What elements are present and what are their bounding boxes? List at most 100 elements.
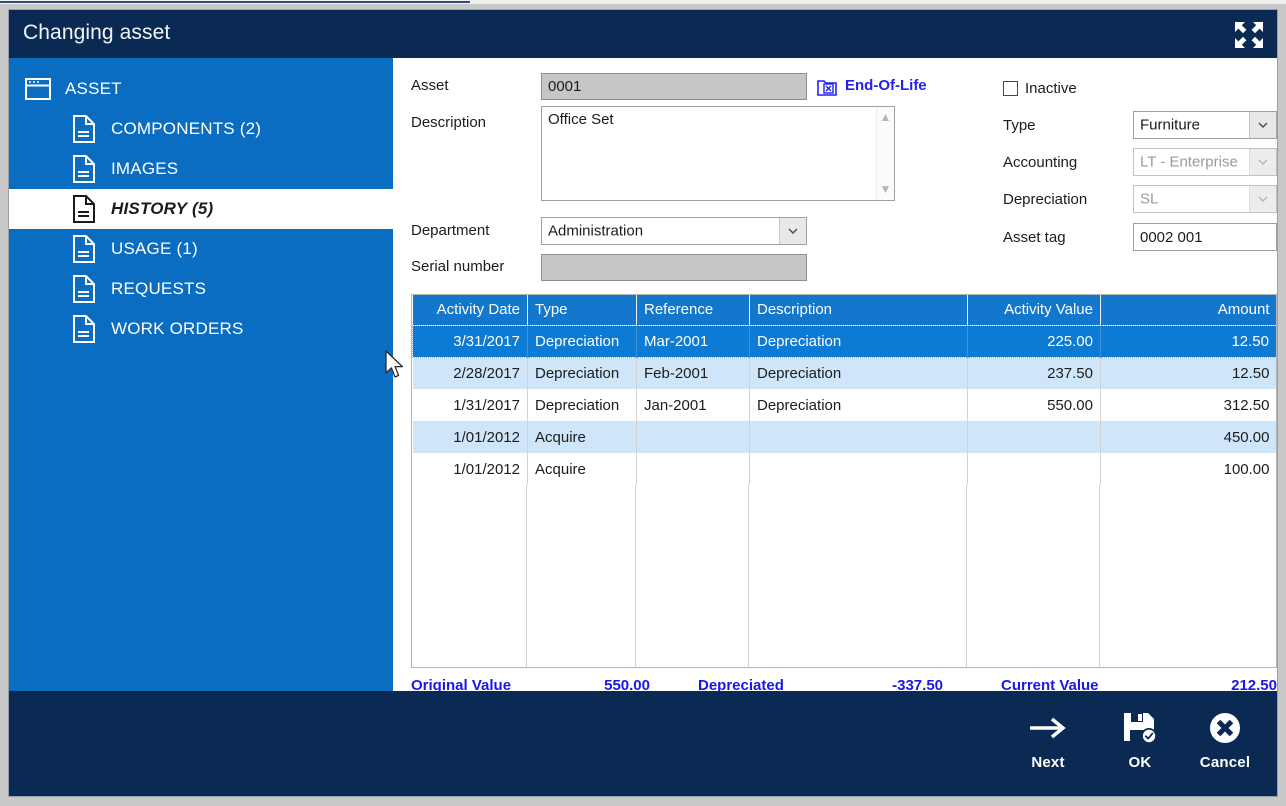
asset-input[interactable]	[541, 73, 807, 100]
cell-amount: 100.00	[1101, 453, 1277, 485]
sidebar-item-label: USAGE (1)	[111, 239, 198, 259]
table-header-row: Activity Date Type Reference Description…	[413, 295, 1277, 325]
sidebar-item-label: HISTORY (5)	[111, 199, 213, 219]
cell-activity-value	[968, 453, 1101, 485]
accounting-select: LT - Enterprise	[1133, 148, 1277, 176]
cell-description	[750, 453, 968, 485]
cell-amount: 312.50	[1101, 389, 1277, 421]
next-button[interactable]: Next	[1002, 705, 1094, 771]
chevron-down-icon	[1249, 149, 1276, 175]
sidebar-item-requests[interactable]: REQUESTS	[9, 269, 393, 309]
cell-activity-value: 550.00	[968, 389, 1101, 421]
sidebar-navigation: ASSET COMPONENTS (2)	[9, 58, 393, 691]
document-icon	[69, 195, 99, 223]
history-table: Activity Date Type Reference Description…	[412, 295, 1277, 485]
table-row[interactable]: 3/31/2017 Depreciation Mar-2001 Deprecia…	[413, 325, 1277, 357]
document-icon	[69, 315, 99, 343]
sidebar-item-label: REQUESTS	[111, 279, 206, 299]
chevron-down-icon[interactable]	[779, 218, 806, 244]
dialog-footer: Next OK	[9, 691, 1277, 796]
table-row[interactable]: 2/28/2017 Depreciation Feb-2001 Deprecia…	[413, 357, 1277, 389]
serial-number-label: Serial number	[411, 258, 504, 275]
arrow-right-icon	[1002, 705, 1094, 751]
asset-tag-input[interactable]	[1133, 223, 1277, 251]
cell-reference: Jan-2001	[637, 389, 750, 421]
chevron-down-icon[interactable]	[1249, 112, 1276, 138]
description-label: Description	[411, 114, 486, 131]
depreciation-select: SL	[1133, 185, 1277, 213]
expand-arrows-icon[interactable]	[1229, 16, 1269, 54]
table-row[interactable]: 1/01/2012 Acquire 450.00	[413, 421, 1277, 453]
dialog-frame: Changing asset	[8, 9, 1278, 797]
asset-label: Asset	[411, 77, 449, 94]
cell-type: Acquire	[528, 453, 637, 485]
sidebar-item-history[interactable]: HISTORY (5)	[9, 189, 393, 229]
col-reference[interactable]: Reference	[637, 295, 750, 325]
window-title: Changing asset	[23, 21, 170, 45]
document-icon	[69, 275, 99, 303]
type-value: Furniture	[1140, 117, 1200, 134]
sidebar-item-components[interactable]: COMPONENTS (2)	[9, 109, 393, 149]
accounting-label: Accounting	[1003, 154, 1077, 171]
cell-activity-value	[968, 421, 1101, 453]
save-check-icon	[1094, 705, 1186, 751]
sidebar-item-label: COMPONENTS (2)	[111, 119, 261, 139]
inactive-checkbox[interactable]: Inactive	[1003, 80, 1077, 97]
cancel-button-label: Cancel	[1179, 754, 1271, 771]
accounting-value: LT - Enterprise	[1140, 154, 1238, 171]
serial-number-input[interactable]	[541, 254, 807, 281]
cell-activity-date: 3/31/2017	[413, 325, 528, 357]
sidebar-item-usage[interactable]: USAGE (1)	[9, 229, 393, 269]
close-circle-icon	[1179, 705, 1271, 751]
document-icon	[69, 155, 99, 183]
cell-activity-value: 225.00	[968, 325, 1101, 357]
asset-tag-label: Asset tag	[1003, 229, 1066, 246]
type-label: Type	[1003, 117, 1036, 134]
content-panel: Asset End-Of-Life Description Office Set…	[393, 58, 1277, 691]
cell-amount: 12.50	[1101, 357, 1277, 389]
table-body: 3/31/2017 Depreciation Mar-2001 Deprecia…	[413, 325, 1277, 485]
document-icon	[69, 235, 99, 263]
type-select[interactable]: Furniture	[1133, 111, 1277, 139]
depreciation-label: Depreciation	[1003, 191, 1087, 208]
cell-description: Depreciation	[750, 357, 968, 389]
department-select[interactable]: Administration	[541, 217, 807, 245]
delete-file-icon[interactable]	[817, 77, 837, 97]
col-activity-date[interactable]: Activity Date	[413, 295, 528, 325]
cell-amount: 12.50	[1101, 325, 1277, 357]
col-activity-value[interactable]: Activity Value	[968, 295, 1101, 325]
end-of-life-link[interactable]: End-Of-Life	[845, 77, 927, 94]
sidebar-item-images[interactable]: IMAGES	[9, 149, 393, 189]
cell-amount: 450.00	[1101, 421, 1277, 453]
ok-button[interactable]: OK	[1094, 705, 1186, 771]
accent-line	[0, 1, 470, 3]
history-grid[interactable]: Activity Date Type Reference Description…	[411, 294, 1277, 668]
cell-activity-date: 1/01/2012	[413, 421, 528, 453]
sidebar-item-work-orders[interactable]: WORK ORDERS	[9, 309, 393, 349]
chevron-down-icon	[1249, 186, 1276, 212]
description-textarea[interactable]: Office Set ▲ ▼	[541, 106, 895, 201]
cell-description	[750, 421, 968, 453]
sidebar-item-label: IMAGES	[111, 159, 178, 179]
cell-reference	[637, 453, 750, 485]
cell-type: Depreciation	[528, 389, 637, 421]
cell-activity-date: 2/28/2017	[413, 357, 528, 389]
grid-empty-area[interactable]	[412, 485, 1276, 667]
col-amount[interactable]: Amount	[1101, 295, 1277, 325]
window-top-strip	[0, 0, 1286, 4]
description-scrollbar[interactable]: ▲ ▼	[876, 107, 894, 200]
table-row[interactable]: 1/31/2017 Depreciation Jan-2001 Deprecia…	[413, 389, 1277, 421]
sidebar-item-asset[interactable]: ASSET	[9, 69, 393, 109]
chevron-up-icon[interactable]: ▲	[877, 109, 894, 126]
cell-activity-value: 237.50	[968, 357, 1101, 389]
cancel-button[interactable]: Cancel	[1179, 705, 1271, 771]
depreciation-value: SL	[1140, 191, 1158, 208]
col-type[interactable]: Type	[528, 295, 637, 325]
col-description[interactable]: Description	[750, 295, 968, 325]
ok-button-label: OK	[1094, 754, 1186, 771]
cell-description: Depreciation	[750, 389, 968, 421]
description-value: Office Set	[548, 111, 614, 128]
application-window: Changing asset	[0, 0, 1286, 806]
chevron-down-icon[interactable]: ▼	[877, 181, 894, 198]
table-row[interactable]: 1/01/2012 Acquire 100.00	[413, 453, 1277, 485]
